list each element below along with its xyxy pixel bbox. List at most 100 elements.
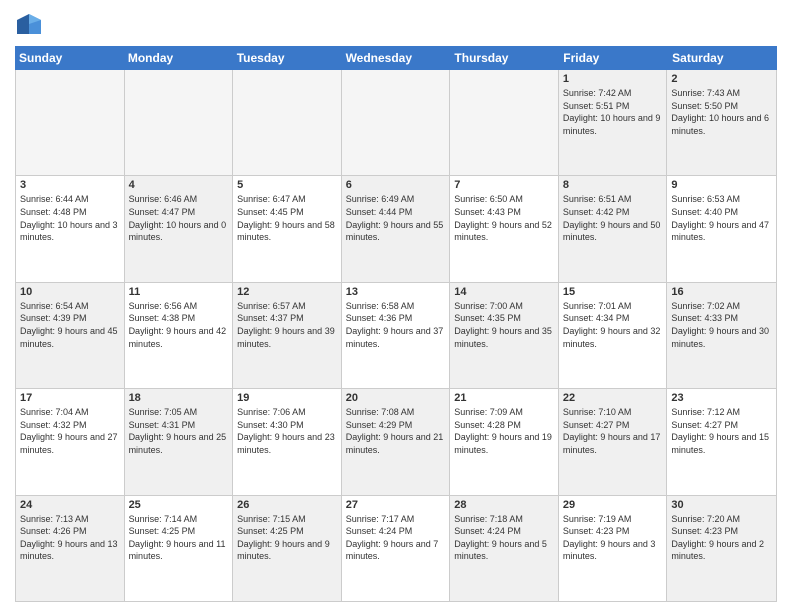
day-info: Sunrise: 7:42 AM Sunset: 5:51 PM Dayligh… (563, 87, 663, 137)
calendar-cell-2-5: 15 Sunrise: 7:01 AM Sunset: 4:34 PM Dayli… (559, 283, 668, 388)
day-number: 17 (20, 392, 120, 404)
day-number: 19 (237, 392, 337, 404)
day-number: 7 (454, 179, 554, 191)
day-number: 5 (237, 179, 337, 191)
day-number: 16 (671, 286, 772, 298)
calendar-cell-1-1: 4 Sunrise: 6:46 AM Sunset: 4:47 PM Daylig… (125, 176, 234, 281)
day-info: Sunrise: 7:19 AM Sunset: 4:23 PM Dayligh… (563, 513, 663, 563)
day-number: 8 (563, 179, 663, 191)
calendar-cell-3-6: 23 Sunrise: 7:12 AM Sunset: 4:27 PM Dayli… (667, 389, 776, 494)
calendar-row-3: 17Sunrise: 7:04 AM Sunset: 4:32 PM Dayli… (16, 389, 776, 495)
day-info: Sunrise: 6:44 AM Sunset: 4:48 PM Dayligh… (20, 193, 120, 243)
day-info: Sunrise: 6:54 AM Sunset: 4:39 PM Dayligh… (20, 300, 120, 350)
day-number: 23 (671, 392, 772, 404)
calendar-cell-2-2: 12Sunrise: 6:57 AM Sunset: 4:37 PM Dayli… (233, 283, 342, 388)
calendar-cell-0-5: 1 Sunrise: 7:42 AM Sunset: 5:51 PM Daylig… (559, 70, 668, 175)
header-day-sunday: Sunday (15, 46, 124, 70)
day-number: 4 (129, 179, 229, 191)
calendar-cell-2-0: 10Sunrise: 6:54 AM Sunset: 4:39 PM Dayli… (16, 283, 125, 388)
calendar-cell-1-4: 7 Sunrise: 6:50 AM Sunset: 4:43 PM Daylig… (450, 176, 559, 281)
day-info: Sunrise: 6:47 AM Sunset: 4:45 PM Dayligh… (237, 193, 337, 243)
day-number: 25 (129, 499, 229, 511)
calendar: SundayMondayTuesdayWednesdayThursdayFrid… (15, 46, 777, 602)
day-number: 28 (454, 499, 554, 511)
calendar-cell-2-1: 11 Sunrise: 6:56 AM Sunset: 4:38 PM Dayli… (125, 283, 234, 388)
day-info: Sunrise: 7:09 AM Sunset: 4:28 PM Dayligh… (454, 406, 554, 456)
logo (15, 10, 47, 38)
day-info: Sunrise: 6:50 AM Sunset: 4:43 PM Dayligh… (454, 193, 554, 243)
calendar-row-4: 24 Sunrise: 7:13 AM Sunset: 4:26 PM Dayli… (16, 496, 776, 601)
day-info: Sunrise: 7:15 AM Sunset: 4:25 PM Dayligh… (237, 513, 337, 563)
calendar-cell-3-5: 22Sunrise: 7:10 AM Sunset: 4:27 PM Dayli… (559, 389, 668, 494)
header-day-friday: Friday (559, 46, 668, 70)
day-info: Sunrise: 6:49 AM Sunset: 4:44 PM Dayligh… (346, 193, 446, 243)
calendar-cell-1-3: 6 Sunrise: 6:49 AM Sunset: 4:44 PM Daylig… (342, 176, 451, 281)
calendar-cell-1-0: 3Sunrise: 6:44 AM Sunset: 4:48 PM Daylig… (16, 176, 125, 281)
day-info: Sunrise: 7:12 AM Sunset: 4:27 PM Dayligh… (671, 406, 772, 456)
calendar-row-0: 1 Sunrise: 7:42 AM Sunset: 5:51 PM Daylig… (16, 70, 776, 176)
day-info: Sunrise: 7:14 AM Sunset: 4:25 PM Dayligh… (129, 513, 229, 563)
day-number: 18 (129, 392, 229, 404)
day-info: Sunrise: 7:13 AM Sunset: 4:26 PM Dayligh… (20, 513, 120, 563)
day-info: Sunrise: 7:06 AM Sunset: 4:30 PM Dayligh… (237, 406, 337, 456)
calendar-cell-2-4: 14 Sunrise: 7:00 AM Sunset: 4:35 PM Dayli… (450, 283, 559, 388)
calendar-cell-4-3: 27 Sunrise: 7:17 AM Sunset: 4:24 PM Dayli… (342, 496, 451, 601)
header-day-tuesday: Tuesday (233, 46, 342, 70)
day-info: Sunrise: 6:57 AM Sunset: 4:37 PM Dayligh… (237, 300, 337, 350)
logo-icon (15, 10, 43, 38)
day-number: 15 (563, 286, 663, 298)
calendar-body: 1 Sunrise: 7:42 AM Sunset: 5:51 PM Daylig… (15, 70, 777, 602)
calendar-cell-3-3: 20 Sunrise: 7:08 AM Sunset: 4:29 PM Dayli… (342, 389, 451, 494)
calendar-cell-0-4 (450, 70, 559, 175)
day-info: Sunrise: 7:18 AM Sunset: 4:24 PM Dayligh… (454, 513, 554, 563)
day-info: Sunrise: 7:17 AM Sunset: 4:24 PM Dayligh… (346, 513, 446, 563)
calendar-cell-2-6: 16Sunrise: 7:02 AM Sunset: 4:33 PM Dayli… (667, 283, 776, 388)
calendar-cell-0-1 (125, 70, 234, 175)
day-number: 2 (671, 73, 772, 85)
calendar-cell-4-4: 28 Sunrise: 7:18 AM Sunset: 4:24 PM Dayli… (450, 496, 559, 601)
calendar-cell-1-6: 9 Sunrise: 6:53 AM Sunset: 4:40 PM Daylig… (667, 176, 776, 281)
day-number: 26 (237, 499, 337, 511)
day-info: Sunrise: 7:43 AM Sunset: 5:50 PM Dayligh… (671, 87, 772, 137)
day-number: 9 (671, 179, 772, 191)
day-info: Sunrise: 7:05 AM Sunset: 4:31 PM Dayligh… (129, 406, 229, 456)
day-info: Sunrise: 7:20 AM Sunset: 4:23 PM Dayligh… (671, 513, 772, 563)
header-day-wednesday: Wednesday (342, 46, 451, 70)
day-number: 6 (346, 179, 446, 191)
header-day-thursday: Thursday (450, 46, 559, 70)
day-number: 13 (346, 286, 446, 298)
calendar-cell-4-5: 29Sunrise: 7:19 AM Sunset: 4:23 PM Dayli… (559, 496, 668, 601)
calendar-cell-3-2: 19 Sunrise: 7:06 AM Sunset: 4:30 PM Dayli… (233, 389, 342, 494)
calendar-cell-4-2: 26 Sunrise: 7:15 AM Sunset: 4:25 PM Dayli… (233, 496, 342, 601)
day-info: Sunrise: 7:08 AM Sunset: 4:29 PM Dayligh… (346, 406, 446, 456)
calendar-cell-1-2: 5 Sunrise: 6:47 AM Sunset: 4:45 PM Daylig… (233, 176, 342, 281)
day-info: Sunrise: 6:53 AM Sunset: 4:40 PM Dayligh… (671, 193, 772, 243)
day-info: Sunrise: 6:51 AM Sunset: 4:42 PM Dayligh… (563, 193, 663, 243)
day-info: Sunrise: 6:46 AM Sunset: 4:47 PM Dayligh… (129, 193, 229, 243)
calendar-cell-4-0: 24 Sunrise: 7:13 AM Sunset: 4:26 PM Dayli… (16, 496, 125, 601)
calendar-cell-1-5: 8 Sunrise: 6:51 AM Sunset: 4:42 PM Daylig… (559, 176, 668, 281)
calendar-row-2: 10Sunrise: 6:54 AM Sunset: 4:39 PM Dayli… (16, 283, 776, 389)
day-number: 30 (671, 499, 772, 511)
day-number: 27 (346, 499, 446, 511)
header-day-monday: Monday (124, 46, 233, 70)
day-number: 14 (454, 286, 554, 298)
calendar-header: SundayMondayTuesdayWednesdayThursdayFrid… (15, 46, 777, 70)
day-info: Sunrise: 6:56 AM Sunset: 4:38 PM Dayligh… (129, 300, 229, 350)
day-number: 24 (20, 499, 120, 511)
day-info: Sunrise: 6:58 AM Sunset: 4:36 PM Dayligh… (346, 300, 446, 350)
calendar-cell-0-0 (16, 70, 125, 175)
calendar-cell-2-3: 13 Sunrise: 6:58 AM Sunset: 4:36 PM Dayli… (342, 283, 451, 388)
day-number: 20 (346, 392, 446, 404)
calendar-cell-0-6: 2 Sunrise: 7:43 AM Sunset: 5:50 PM Daylig… (667, 70, 776, 175)
day-info: Sunrise: 7:10 AM Sunset: 4:27 PM Dayligh… (563, 406, 663, 456)
calendar-cell-0-3 (342, 70, 451, 175)
calendar-cell-4-1: 25 Sunrise: 7:14 AM Sunset: 4:25 PM Dayli… (125, 496, 234, 601)
day-number: 1 (563, 73, 663, 85)
calendar-cell-3-0: 17Sunrise: 7:04 AM Sunset: 4:32 PM Dayli… (16, 389, 125, 494)
day-number: 11 (129, 286, 229, 298)
day-info: Sunrise: 7:01 AM Sunset: 4:34 PM Dayligh… (563, 300, 663, 350)
day-info: Sunrise: 7:00 AM Sunset: 4:35 PM Dayligh… (454, 300, 554, 350)
header-day-saturday: Saturday (668, 46, 777, 70)
calendar-cell-3-1: 18 Sunrise: 7:05 AM Sunset: 4:31 PM Dayli… (125, 389, 234, 494)
